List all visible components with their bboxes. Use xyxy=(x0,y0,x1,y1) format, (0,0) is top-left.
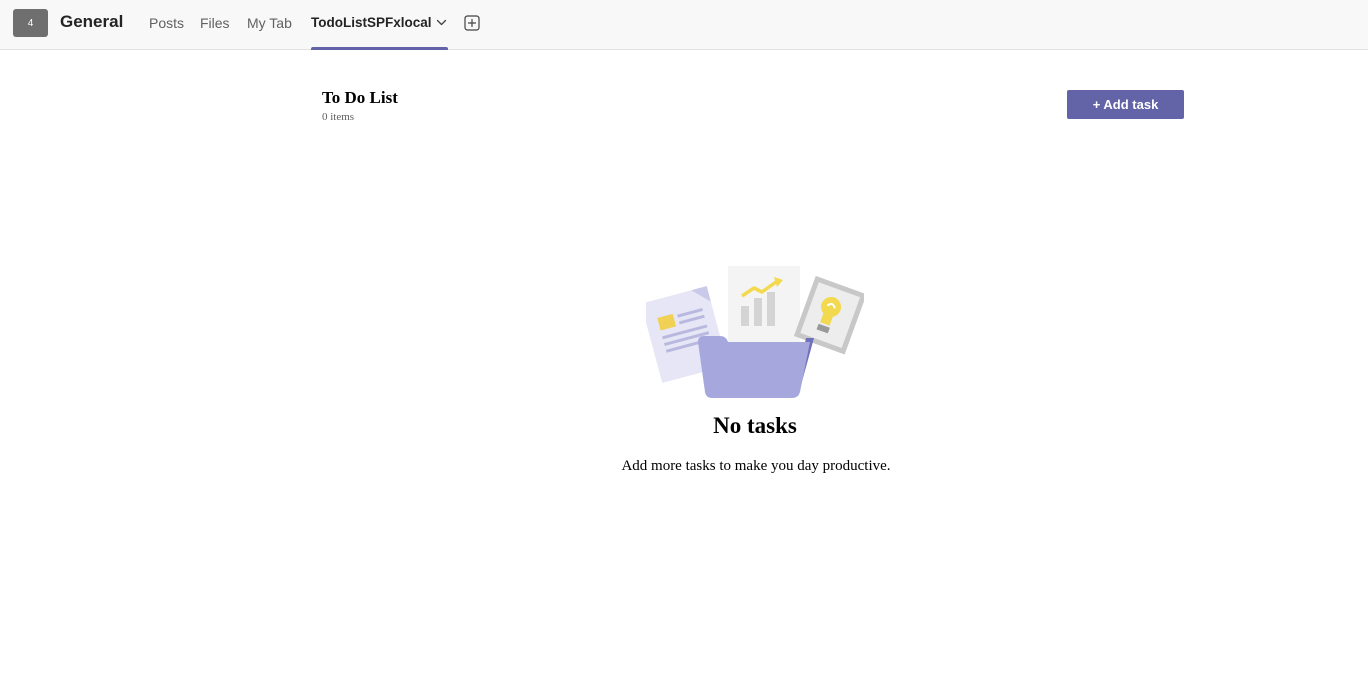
todo-item-count: 0 items xyxy=(322,111,355,123)
tab-todolist-spfx-local[interactable]: TodoListSPFxlocal xyxy=(311,0,448,50)
channel-header: 4 General Posts Files My Tab TodoListSPF… xyxy=(0,0,1368,50)
tab-files[interactable]: Files xyxy=(200,15,230,31)
active-tab-indicator xyxy=(311,47,448,50)
channel-name: General xyxy=(60,12,124,31)
empty-state-subtitle: Add more tasks to make you day productiv… xyxy=(621,458,891,474)
add-task-button[interactable]: + Add task xyxy=(1067,90,1184,119)
tab-todolist-label: TodoListSPFxlocal xyxy=(311,15,432,30)
team-avatar[interactable]: 4 xyxy=(13,9,48,37)
tab-posts[interactable]: Posts xyxy=(149,15,184,31)
add-tab-icon[interactable] xyxy=(463,14,481,32)
empty-state-title: No tasks xyxy=(713,413,797,438)
todo-list-title: To Do List xyxy=(322,88,398,107)
tab-my-tab[interactable]: My Tab xyxy=(247,15,292,31)
team-avatar-text: 4 xyxy=(27,17,34,29)
chevron-down-icon[interactable] xyxy=(435,16,448,29)
empty-folder-documents-illustration xyxy=(646,266,864,398)
